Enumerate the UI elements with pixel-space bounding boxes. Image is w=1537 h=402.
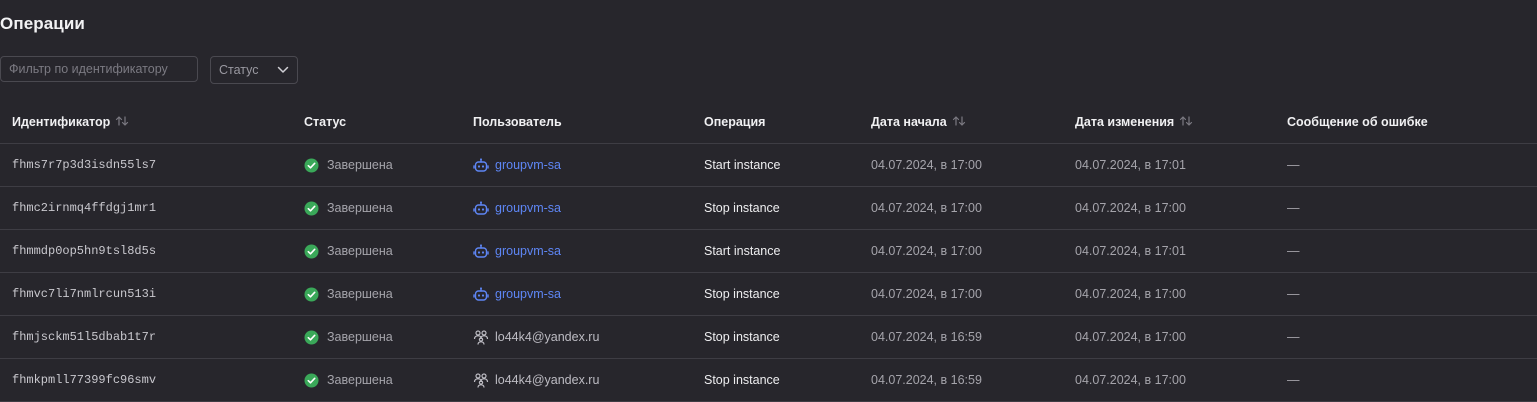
start-date: 04.07.2024, в 16:59: [871, 330, 982, 344]
operation-name: Start instance: [704, 158, 781, 172]
operation-id: fhmc2irnmq4ffdgj1mr1: [12, 201, 157, 215]
start-date: 04.07.2024, в 17:00: [871, 158, 982, 172]
table-row[interactable]: fhmvc7li7nmlrcun513i Завершена groupvm-s…: [0, 273, 1537, 316]
check-circle-icon: [304, 330, 319, 345]
page-title: Операции: [0, 14, 85, 33]
modified-date: 04.07.2024, в 17:00: [1075, 330, 1186, 344]
header-user: Пользователь: [473, 115, 562, 129]
table-row[interactable]: fhmc2irnmq4ffdgj1mr1 Завершена groupvm-s…: [0, 187, 1537, 230]
error-message: —: [1287, 244, 1300, 258]
operation-id: fhmmdp0op5hn9tsl8d5s: [12, 244, 157, 258]
sort-icon[interactable]: [115, 115, 129, 130]
user-name: lo44k4@yandex.ru: [495, 373, 600, 387]
table-row[interactable]: fhmjsckm51l5dbab1t7r Завершена lo44k4@ya…: [0, 316, 1537, 359]
status-text: Завершена: [327, 158, 393, 172]
status-cell: Завершена: [304, 230, 393, 272]
user-cell: groupvm-sa: [473, 273, 561, 315]
status-cell: Завершена: [304, 359, 393, 401]
error-message: —: [1287, 201, 1300, 215]
operation-name: Stop instance: [704, 373, 780, 387]
user-cell: lo44k4@yandex.ru: [473, 316, 599, 358]
check-circle-icon: [304, 373, 319, 388]
table-body: fhms7r7p3d3isdn55ls7 Завершена groupvm-s…: [0, 144, 1537, 402]
error-message: —: [1287, 330, 1300, 344]
start-date: 04.07.2024, в 17:00: [871, 201, 982, 215]
modified-date: 04.07.2024, в 17:00: [1075, 201, 1186, 215]
modified-date: 04.07.2024, в 17:01: [1075, 244, 1186, 258]
check-circle-icon: [304, 158, 319, 173]
modified-date: 04.07.2024, в 17:00: [1075, 287, 1186, 301]
status-text: Завершена: [327, 330, 393, 344]
operation-name: Stop instance: [704, 201, 780, 215]
error-message: —: [1287, 373, 1300, 387]
status-cell: Завершена: [304, 144, 393, 186]
status-text: Завершена: [327, 287, 393, 301]
status-text: Завершена: [327, 201, 393, 215]
operations-table: Идентификатор Статус Пользователь Операц…: [0, 101, 1537, 402]
status-cell: Завершена: [304, 316, 393, 358]
sort-icon[interactable]: [1179, 115, 1193, 130]
table-row[interactable]: fhmkpmll77399fc96smv Завершена lo44k4@ya…: [0, 359, 1537, 402]
start-date: 04.07.2024, в 17:00: [871, 244, 982, 258]
operation-id: fhmkpmll77399fc96smv: [12, 373, 157, 387]
user-group-icon: [473, 372, 489, 388]
status-text: Завершена: [327, 244, 393, 258]
status-filter-label: Статус: [219, 63, 259, 77]
robot-icon: [473, 286, 489, 302]
user-name[interactable]: groupvm-sa: [495, 201, 561, 215]
user-name[interactable]: groupvm-sa: [495, 287, 561, 301]
operation-id: fhms7r7p3d3isdn55ls7: [12, 158, 157, 172]
user-cell: groupvm-sa: [473, 144, 561, 186]
error-message: —: [1287, 158, 1300, 172]
operation-id: fhmvc7li7nmlrcun513i: [12, 287, 157, 301]
header-operation: Операция: [704, 115, 766, 129]
header-id-label: Идентификатор: [12, 115, 111, 129]
user-cell: groupvm-sa: [473, 230, 561, 272]
id-filter-input[interactable]: [0, 56, 198, 82]
user-name[interactable]: groupvm-sa: [495, 244, 561, 258]
header-modified-date-label: Дата изменения: [1075, 115, 1175, 129]
table-header-row: Идентификатор Статус Пользователь Операц…: [0, 101, 1537, 144]
header-start-date-label: Дата начала: [871, 115, 947, 129]
modified-date: 04.07.2024, в 17:01: [1075, 158, 1186, 172]
header-start-date[interactable]: Дата начала: [871, 101, 966, 143]
header-modified-date[interactable]: Дата изменения: [1075, 101, 1193, 143]
chevron-down-icon: [277, 66, 289, 74]
user-name: lo44k4@yandex.ru: [495, 330, 600, 344]
modified-date: 04.07.2024, в 17:00: [1075, 373, 1186, 387]
operation-name: Start instance: [704, 244, 781, 258]
table-row[interactable]: fhmmdp0op5hn9tsl8d5s Завершена groupvm-s…: [0, 230, 1537, 273]
robot-icon: [473, 200, 489, 216]
status-text: Завершена: [327, 373, 393, 387]
header-id[interactable]: Идентификатор: [12, 101, 129, 143]
user-cell: groupvm-sa: [473, 187, 561, 229]
start-date: 04.07.2024, в 17:00: [871, 287, 982, 301]
user-name[interactable]: groupvm-sa: [495, 158, 561, 172]
sort-icon[interactable]: [952, 115, 966, 130]
check-circle-icon: [304, 201, 319, 216]
robot-icon: [473, 243, 489, 259]
check-circle-icon: [304, 244, 319, 259]
status-cell: Завершена: [304, 273, 393, 315]
user-cell: lo44k4@yandex.ru: [473, 359, 599, 401]
operation-name: Stop instance: [704, 330, 780, 344]
header-status: Статус: [304, 115, 347, 129]
status-filter-select[interactable]: Статус: [210, 56, 298, 84]
table-row[interactable]: fhms7r7p3d3isdn55ls7 Завершена groupvm-s…: [0, 144, 1537, 187]
operation-name: Stop instance: [704, 287, 780, 301]
header-error-message: Сообщение об ошибке: [1287, 115, 1428, 129]
start-date: 04.07.2024, в 16:59: [871, 373, 982, 387]
check-circle-icon: [304, 287, 319, 302]
operation-id: fhmjsckm51l5dbab1t7r: [12, 330, 157, 344]
error-message: —: [1287, 287, 1300, 301]
robot-icon: [473, 157, 489, 173]
status-cell: Завершена: [304, 187, 393, 229]
user-group-icon: [473, 329, 489, 345]
operations-page: Операции Статус Идентификатор Статус Пол…: [0, 0, 1537, 402]
